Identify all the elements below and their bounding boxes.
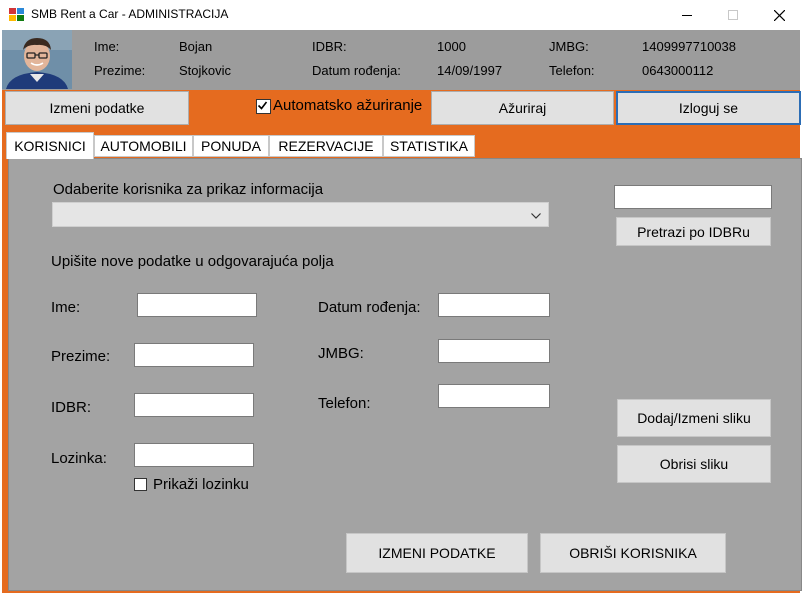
delete-user-button[interactable]: OBRIŠI KORISNIKA	[540, 533, 726, 573]
ime-label: Ime:	[51, 299, 81, 316]
prezime-field[interactable]	[134, 343, 254, 367]
header-idbr-value: 1000	[437, 39, 466, 54]
lozinka-label: Lozinka:	[51, 450, 107, 467]
app-icon	[9, 8, 25, 22]
window-title: SMB Rent a Car - ADMINISTRACIJA	[31, 7, 229, 21]
update-user-button[interactable]: IZMENI PODATKE	[346, 533, 528, 573]
jmbg-label: JMBG:	[318, 345, 364, 362]
tab-statistika[interactable]: STATISTIKA	[383, 135, 475, 157]
logout-button[interactable]: Izloguj se	[616, 91, 801, 125]
header-ime-value: Bojan	[179, 39, 213, 54]
auto-update-label[interactable]: Automatsko ažuriranje	[273, 97, 422, 114]
delete-image-button[interactable]: Obrisi sliku	[617, 445, 771, 483]
tab-automobili[interactable]: AUTOMOBILI	[94, 135, 193, 157]
show-password-label[interactable]: Prikaži lozinku	[153, 476, 249, 493]
tab-korisnici[interactable]: KORISNICI	[6, 132, 94, 159]
header-telefon-label: Telefon:	[549, 63, 595, 78]
edit-profile-button[interactable]: Izmeni podatke	[5, 91, 189, 125]
minimize-icon	[682, 15, 692, 16]
add-edit-image-button[interactable]: Dodaj/Izmeni sliku	[617, 399, 771, 437]
tab-ponuda[interactable]: PONUDA	[193, 135, 269, 157]
jmbg-field[interactable]	[438, 339, 550, 363]
search-by-idbr-button[interactable]: Pretrazi po IDBRu	[616, 217, 771, 246]
datum-rodjenja-field[interactable]	[438, 293, 550, 317]
select-user-prompt: Odaberite korisnika za prikaz informacij…	[53, 181, 324, 198]
checkmark-icon	[257, 101, 268, 110]
auto-update-checkbox[interactable]	[256, 99, 271, 114]
close-button[interactable]	[756, 0, 802, 30]
idbr-field[interactable]	[134, 393, 254, 417]
ime-field[interactable]	[137, 293, 257, 317]
password-field[interactable]	[134, 443, 254, 467]
prezime-label: Prezime:	[51, 348, 111, 365]
datum-rodjenja-label: Datum rođenja:	[318, 299, 421, 316]
header-datum-value: 14/09/1997	[437, 63, 503, 78]
auto-update-check-box[interactable]	[256, 99, 271, 114]
idbr-search-input[interactable]	[614, 185, 772, 209]
refresh-button[interactable]: Ažuriraj	[431, 91, 614, 125]
header-prezime-value: Stojkovic	[179, 63, 232, 78]
new-data-prompt: Upišite nove podatke u odgovarajuća polj…	[51, 253, 334, 270]
header-telefon-value: 0643000112	[642, 63, 714, 78]
chevron-down-icon	[531, 213, 541, 219]
show-password-checkbox[interactable]	[134, 478, 147, 491]
telefon-label: Telefon:	[318, 395, 371, 412]
tab-rezervacije[interactable]: REZERVACIJE	[269, 135, 383, 157]
minimize-button[interactable]	[664, 0, 710, 30]
header-jmbg-label: JMBG:	[549, 39, 589, 54]
maximize-icon	[728, 10, 738, 20]
avatar	[2, 30, 72, 89]
close-icon	[773, 9, 785, 21]
header-datum-label: Datum rođenja:	[312, 63, 401, 78]
user-select-dropdown[interactable]	[52, 202, 549, 227]
header-ime-label: Ime:	[94, 39, 120, 54]
header-idbr-label: IDBR:	[312, 39, 347, 54]
telefon-field[interactable]	[438, 384, 550, 408]
header-prezime-label: Prezime:	[94, 63, 146, 78]
idbr-label: IDBR:	[51, 399, 92, 416]
maximize-button[interactable]	[710, 0, 756, 30]
header-jmbg-value: 1409997710038	[642, 39, 736, 54]
